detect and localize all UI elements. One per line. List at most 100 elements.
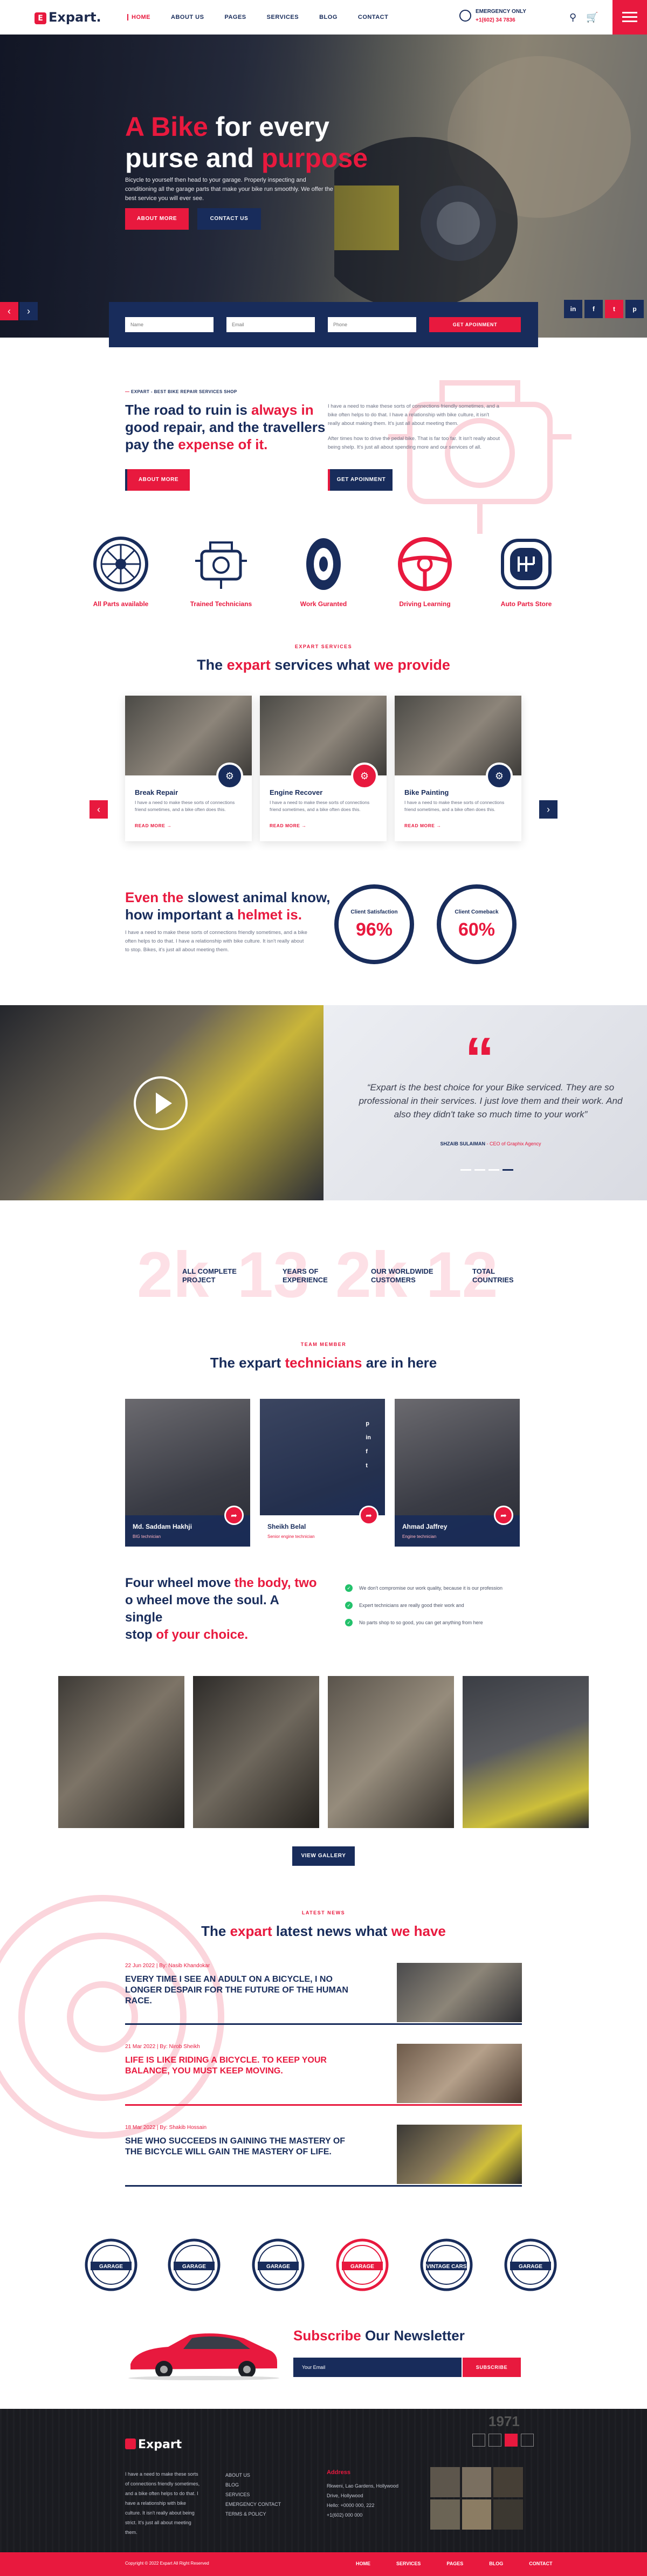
member-role: Engine technician (402, 1534, 437, 1539)
get-appointment-button[interactable]: GET APOINMENT (429, 317, 521, 332)
steering-icon (398, 537, 452, 591)
footer-nav-link[interactable]: HOME (356, 2561, 370, 2566)
garage-logo-icon[interactable]: GARAGE (334, 2237, 390, 2293)
gallery-image[interactable] (328, 1676, 454, 1828)
footer-link[interactable]: ABOUT US (225, 2470, 281, 2480)
news-item[interactable]: 21 Mar 2022 | By: Nirob Sheikh LIFE IS LI… (125, 2044, 522, 2106)
brake-icon: ⚙ (216, 763, 243, 789)
news-title[interactable]: EVERY TIME I SEE AN ADULT ON A BICYCLE, … (125, 1974, 362, 2007)
service-title: Engine Recover (270, 788, 323, 796)
emergency-label: EMERGENCY ONLY (476, 9, 526, 15)
gallery-image[interactable] (193, 1676, 319, 1828)
garage-logo-icon[interactable]: GARAGE (83, 2237, 139, 2293)
nav-home[interactable]: HOME (127, 14, 150, 20)
satisfaction-gauge: Client Satisfaction 96% (334, 884, 414, 964)
share-icon[interactable]: ➦ (359, 1506, 378, 1525)
contact-us-button[interactable]: CONTACT US (197, 208, 261, 230)
pinterest-icon[interactable]: p (625, 300, 644, 318)
footer-nav-link[interactable]: SERVICES (396, 2561, 421, 2566)
feature-label: Trained Technicians (190, 600, 252, 608)
nav-contact[interactable]: CONTACT (358, 14, 388, 20)
footer-link[interactable]: BLOG (225, 2480, 281, 2490)
facebook-icon[interactable] (488, 2434, 501, 2447)
name-input[interactable]: Name (125, 317, 214, 332)
twitter-icon[interactable]: t (605, 300, 623, 318)
pinterest-icon[interactable]: p (366, 1420, 371, 1427)
email-input[interactable]: Email (226, 317, 315, 332)
get-appointment-button-2[interactable]: GET APOINMENT (328, 469, 393, 491)
footer-link[interactable]: TERMS & POLICY (225, 2509, 281, 2519)
news-title[interactable]: SHE WHO SUCCEEDS IN GAINING THE MASTERY … (125, 2136, 362, 2158)
team-card[interactable]: Ahmad Jaffrey Engine technician ➦ (395, 1399, 520, 1547)
instagram-icon[interactable]: in (366, 1434, 371, 1441)
helmet-paragraph: I have a need to make these sorts of con… (125, 930, 307, 953)
menu-button[interactable] (612, 0, 647, 35)
footer-nav-link[interactable]: CONTACT (529, 2561, 552, 2566)
phone-input[interactable]: Phone (328, 317, 416, 332)
nav-about[interactable]: ABOUT US (171, 14, 204, 20)
read-more-link[interactable]: READ MORE → (135, 823, 171, 828)
cart-icon[interactable]: 🛒 (586, 12, 598, 23)
instagram-icon[interactable]: in (564, 300, 582, 318)
nav-pages[interactable]: PAGES (224, 14, 246, 20)
twitter-icon[interactable]: t (366, 1462, 371, 1469)
subscribe-button[interactable]: SUBSCRIBE (463, 2358, 521, 2377)
emergency-contact[interactable]: EMERGENCY ONLY +1(602) 34 7836 (459, 8, 526, 25)
garage-logo-icon[interactable]: GARAGE (503, 2237, 559, 2293)
video-photo (0, 1005, 324, 1200)
facebook-icon[interactable]: f (584, 300, 603, 318)
search-icon[interactable]: ⚲ (569, 12, 576, 23)
footer-nav-link[interactable]: PAGES (446, 2561, 463, 2566)
news-item[interactable]: 22 Jun 2022 | By: Nasib Khandokar EVERY T… (125, 1963, 522, 2025)
feature-store: Auto Parts Store (488, 535, 564, 608)
footer-nav-link[interactable]: BLOG (489, 2561, 503, 2566)
nav-blog[interactable]: BLOG (319, 14, 338, 20)
next-slide-icon[interactable]: › (19, 302, 38, 320)
footer-logo[interactable]: Expart (125, 2438, 182, 2451)
services-next-icon[interactable]: › (539, 800, 557, 819)
team-card[interactable]: Md. Saddam Hakhji BIG technician ➦ (125, 1399, 250, 1547)
twitter-icon[interactable] (505, 2434, 518, 2447)
read-more-link[interactable]: READ MORE → (404, 823, 441, 828)
garage-logo-icon[interactable]: VINTAGE CARS (418, 2237, 474, 2293)
gallery-image[interactable] (463, 1676, 589, 1828)
news-image[interactable] (397, 1963, 522, 2022)
services-prev-icon[interactable]: ‹ (90, 800, 108, 819)
share-icon[interactable]: ➦ (494, 1506, 513, 1525)
news-item[interactable]: 18 Mar 2022 | By: Shakib Hossain SHE WHO … (125, 2125, 522, 2187)
garage-logo-icon[interactable]: GARAGE (166, 2237, 222, 2293)
feature-technicians: Trained Technicians (183, 535, 259, 608)
prev-slide-icon[interactable]: ‹ (0, 302, 18, 320)
hero-text: Bicycle to yourself then head to your ga… (125, 177, 333, 202)
gauge-label: Client Comeback (455, 909, 499, 915)
view-gallery-button[interactable]: VIEW GALLERY (292, 1846, 355, 1866)
footer-link[interactable]: SERVICES (225, 2490, 281, 2499)
service-card-brake[interactable]: ⚙ Break Repair I have a need to make the… (125, 696, 252, 841)
footer-link[interactable]: EMERGENCY CONTACT (225, 2499, 281, 2509)
testimonial-dots[interactable] (460, 1169, 513, 1171)
news-image[interactable] (397, 2044, 522, 2103)
service-title: Bike Painting (404, 788, 449, 796)
logo[interactable]: E Expart. (35, 10, 101, 25)
instagram-icon[interactable] (472, 2434, 485, 2447)
team-card[interactable]: p in f t Sheikh Belal Senior engine technici… (260, 1399, 385, 1547)
facebook-icon[interactable]: f (366, 1448, 371, 1455)
team-heading: The expart technicians are in here (210, 1355, 437, 1371)
footer-contact-heading: Address (327, 2469, 351, 2476)
about-more-button-2[interactable]: ABOUT MORE (125, 469, 190, 491)
read-more-link[interactable]: READ MORE → (270, 823, 306, 828)
service-card-engine[interactable]: ⚙ Engine Recover I have a need to make t… (260, 696, 387, 841)
nav-services[interactable]: SERVICES (267, 14, 299, 20)
newsletter-email-input[interactable]: Your Email (293, 2358, 462, 2377)
stat-countries: 12 TOTAL COUNTRIES (426, 1239, 514, 1311)
share-icon[interactable]: ➦ (224, 1506, 244, 1525)
gallery-image[interactable] (58, 1676, 184, 1828)
check-icon: ✓ (345, 1619, 353, 1626)
quote-icon: “ (465, 1026, 494, 1092)
about-more-button[interactable]: ABOUT MORE (125, 208, 189, 230)
news-image[interactable] (397, 2125, 522, 2184)
pinterest-icon[interactable] (521, 2434, 534, 2447)
service-card-painting[interactable]: ⚙ Bike Painting I have a need to make th… (395, 696, 521, 841)
news-title[interactable]: LIFE IS LIKE RIDING A BICYCLE. TO KEEP Y… (125, 2055, 362, 2077)
garage-logo-icon[interactable]: GARAGE (250, 2237, 306, 2293)
